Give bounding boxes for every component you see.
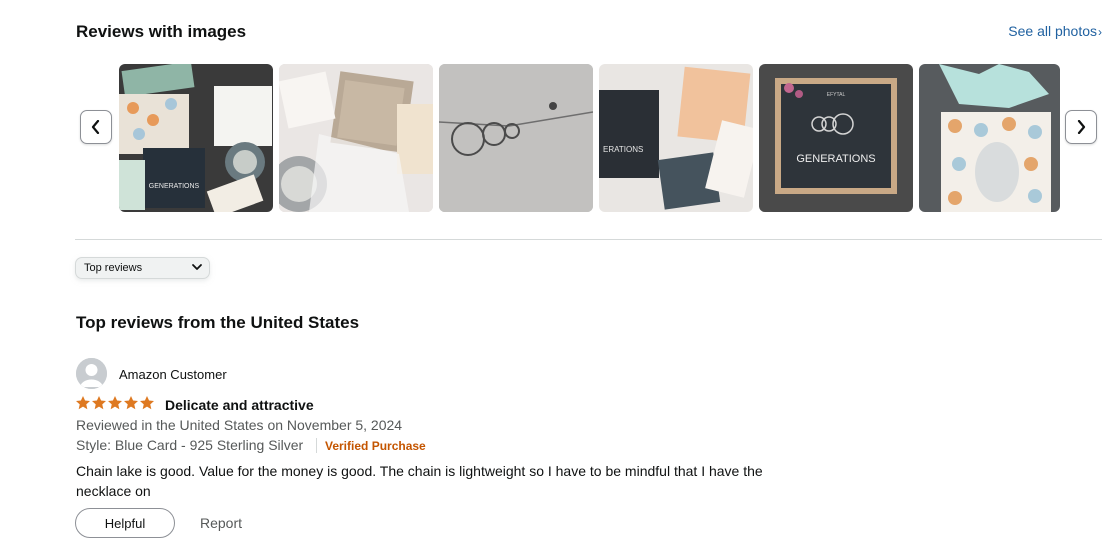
review-date: Reviewed in the United States on Novembe… [76, 417, 403, 433]
chevron-left-icon [91, 120, 100, 134]
star-icon [140, 396, 154, 410]
review-photo-6[interactable] [919, 64, 1060, 212]
review-photo-4[interactable]: ERATIONS [599, 64, 753, 212]
review-style-link[interactable]: Style: Blue Card - 925 Sterling Silver [76, 437, 303, 453]
user-icon [76, 358, 107, 389]
star-icon [76, 396, 90, 410]
review-photo-1[interactable]: GENERATIONS [119, 64, 273, 212]
photo-5-brand-text: EFYTAL [827, 92, 846, 98]
carousel-next-button[interactable] [1065, 110, 1097, 144]
top-reviews-heading: Top reviews from the United States [76, 313, 360, 332]
review-photo-2[interactable] [279, 64, 433, 212]
section-divider [75, 239, 1102, 240]
helpful-button[interactable]: Helpful [75, 508, 175, 538]
chevron-right-icon: › [1098, 25, 1102, 39]
chevron-down-icon [192, 264, 202, 270]
report-link[interactable]: Report [200, 515, 242, 531]
review-photo-3[interactable] [439, 64, 593, 212]
style-separator [316, 438, 317, 453]
carousel-prev-button[interactable] [80, 110, 112, 144]
chevron-right-icon [1077, 120, 1086, 134]
reviewer-name[interactable]: Amazon Customer [119, 367, 227, 382]
review-body: Chain lake is good. Value for the money … [76, 463, 763, 499]
photo-5-overlay-text: GENERATIONS [796, 153, 875, 165]
photo-1-overlay-text: GENERATIONS [149, 183, 200, 190]
star-icon [108, 396, 122, 410]
sort-selected-value: Top reviews [84, 262, 143, 274]
star-icon [92, 396, 106, 410]
see-all-photos-link[interactable]: See all photos› [1008, 23, 1102, 39]
star-rating[interactable] [75, 395, 155, 411]
verified-purchase-badge: Verified Purchase [325, 439, 426, 453]
review-photo-5[interactable]: EFYTAL GENERATIONS [759, 64, 913, 212]
see-all-photos-label: See all photos [1008, 23, 1097, 39]
sort-reviews-dropdown[interactable]: Top reviews [75, 257, 210, 279]
photo-4-overlay-text: ERATIONS [603, 145, 643, 154]
review-title[interactable]: Delicate and attractive [165, 397, 314, 413]
avatar[interactable] [76, 358, 107, 389]
star-icon [124, 396, 138, 410]
reviews-with-images-title: Reviews with images [76, 22, 247, 41]
